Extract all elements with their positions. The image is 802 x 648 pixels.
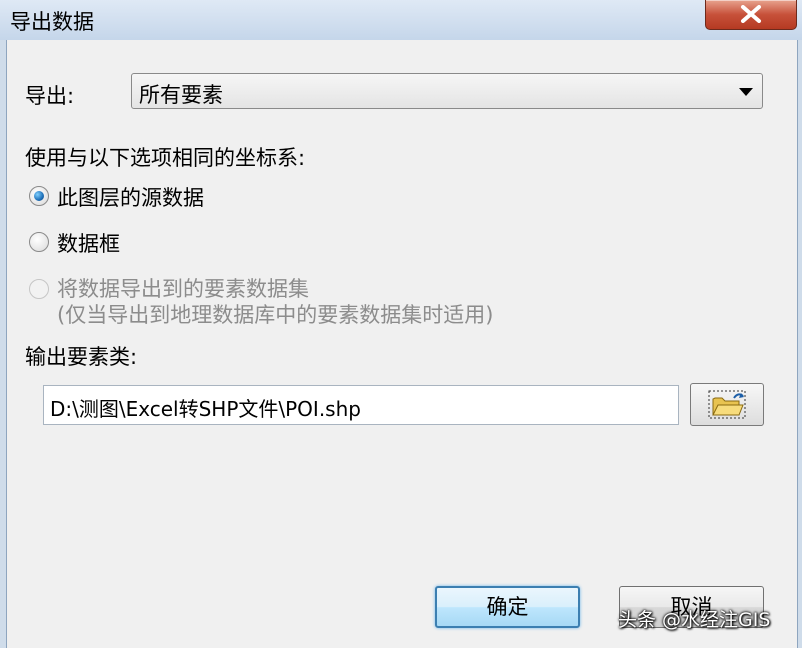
window-title: 导出数据 xyxy=(10,10,94,34)
close-icon xyxy=(741,5,761,23)
coord-system-label: 使用与以下选项相同的坐标系: xyxy=(25,146,306,170)
export-label: 导出: xyxy=(25,84,75,108)
title-bar: 导出数据 xyxy=(0,0,802,40)
ok-button[interactable]: 确定 xyxy=(435,586,580,628)
dialog-body: 导出: 所有要素 使用与以下选项相同的坐标系: 此图层的源数据 数据框 将数据导… xyxy=(6,40,798,648)
output-path-value: D:\测图\Excel转SHP文件\POI.shp xyxy=(50,397,361,421)
radio-layer-source-label[interactable]: 此图层的源数据 xyxy=(57,182,204,212)
folder-open-icon xyxy=(708,390,746,419)
radio-feature-dataset[interactable] xyxy=(29,279,49,299)
close-button[interactable] xyxy=(705,0,797,30)
output-path-input[interactable]: D:\测图\Excel转SHP文件\POI.shp xyxy=(43,385,679,425)
export-select-value: 所有要素 xyxy=(139,83,223,107)
radio-data-frame[interactable] xyxy=(29,232,49,252)
radio-feature-dataset-note: (仅当导出到地理数据库中的要素数据集时适用) xyxy=(57,303,494,327)
output-label: 输出要素类: xyxy=(25,345,138,369)
browse-button[interactable] xyxy=(690,383,764,426)
radio-layer-source[interactable] xyxy=(29,186,49,206)
export-select[interactable]: 所有要素 xyxy=(131,73,763,109)
radio-data-frame-label[interactable]: 数据框 xyxy=(57,228,120,258)
watermark: 头条 @水经注GIS xyxy=(618,609,771,631)
chevron-down-icon xyxy=(739,88,753,96)
